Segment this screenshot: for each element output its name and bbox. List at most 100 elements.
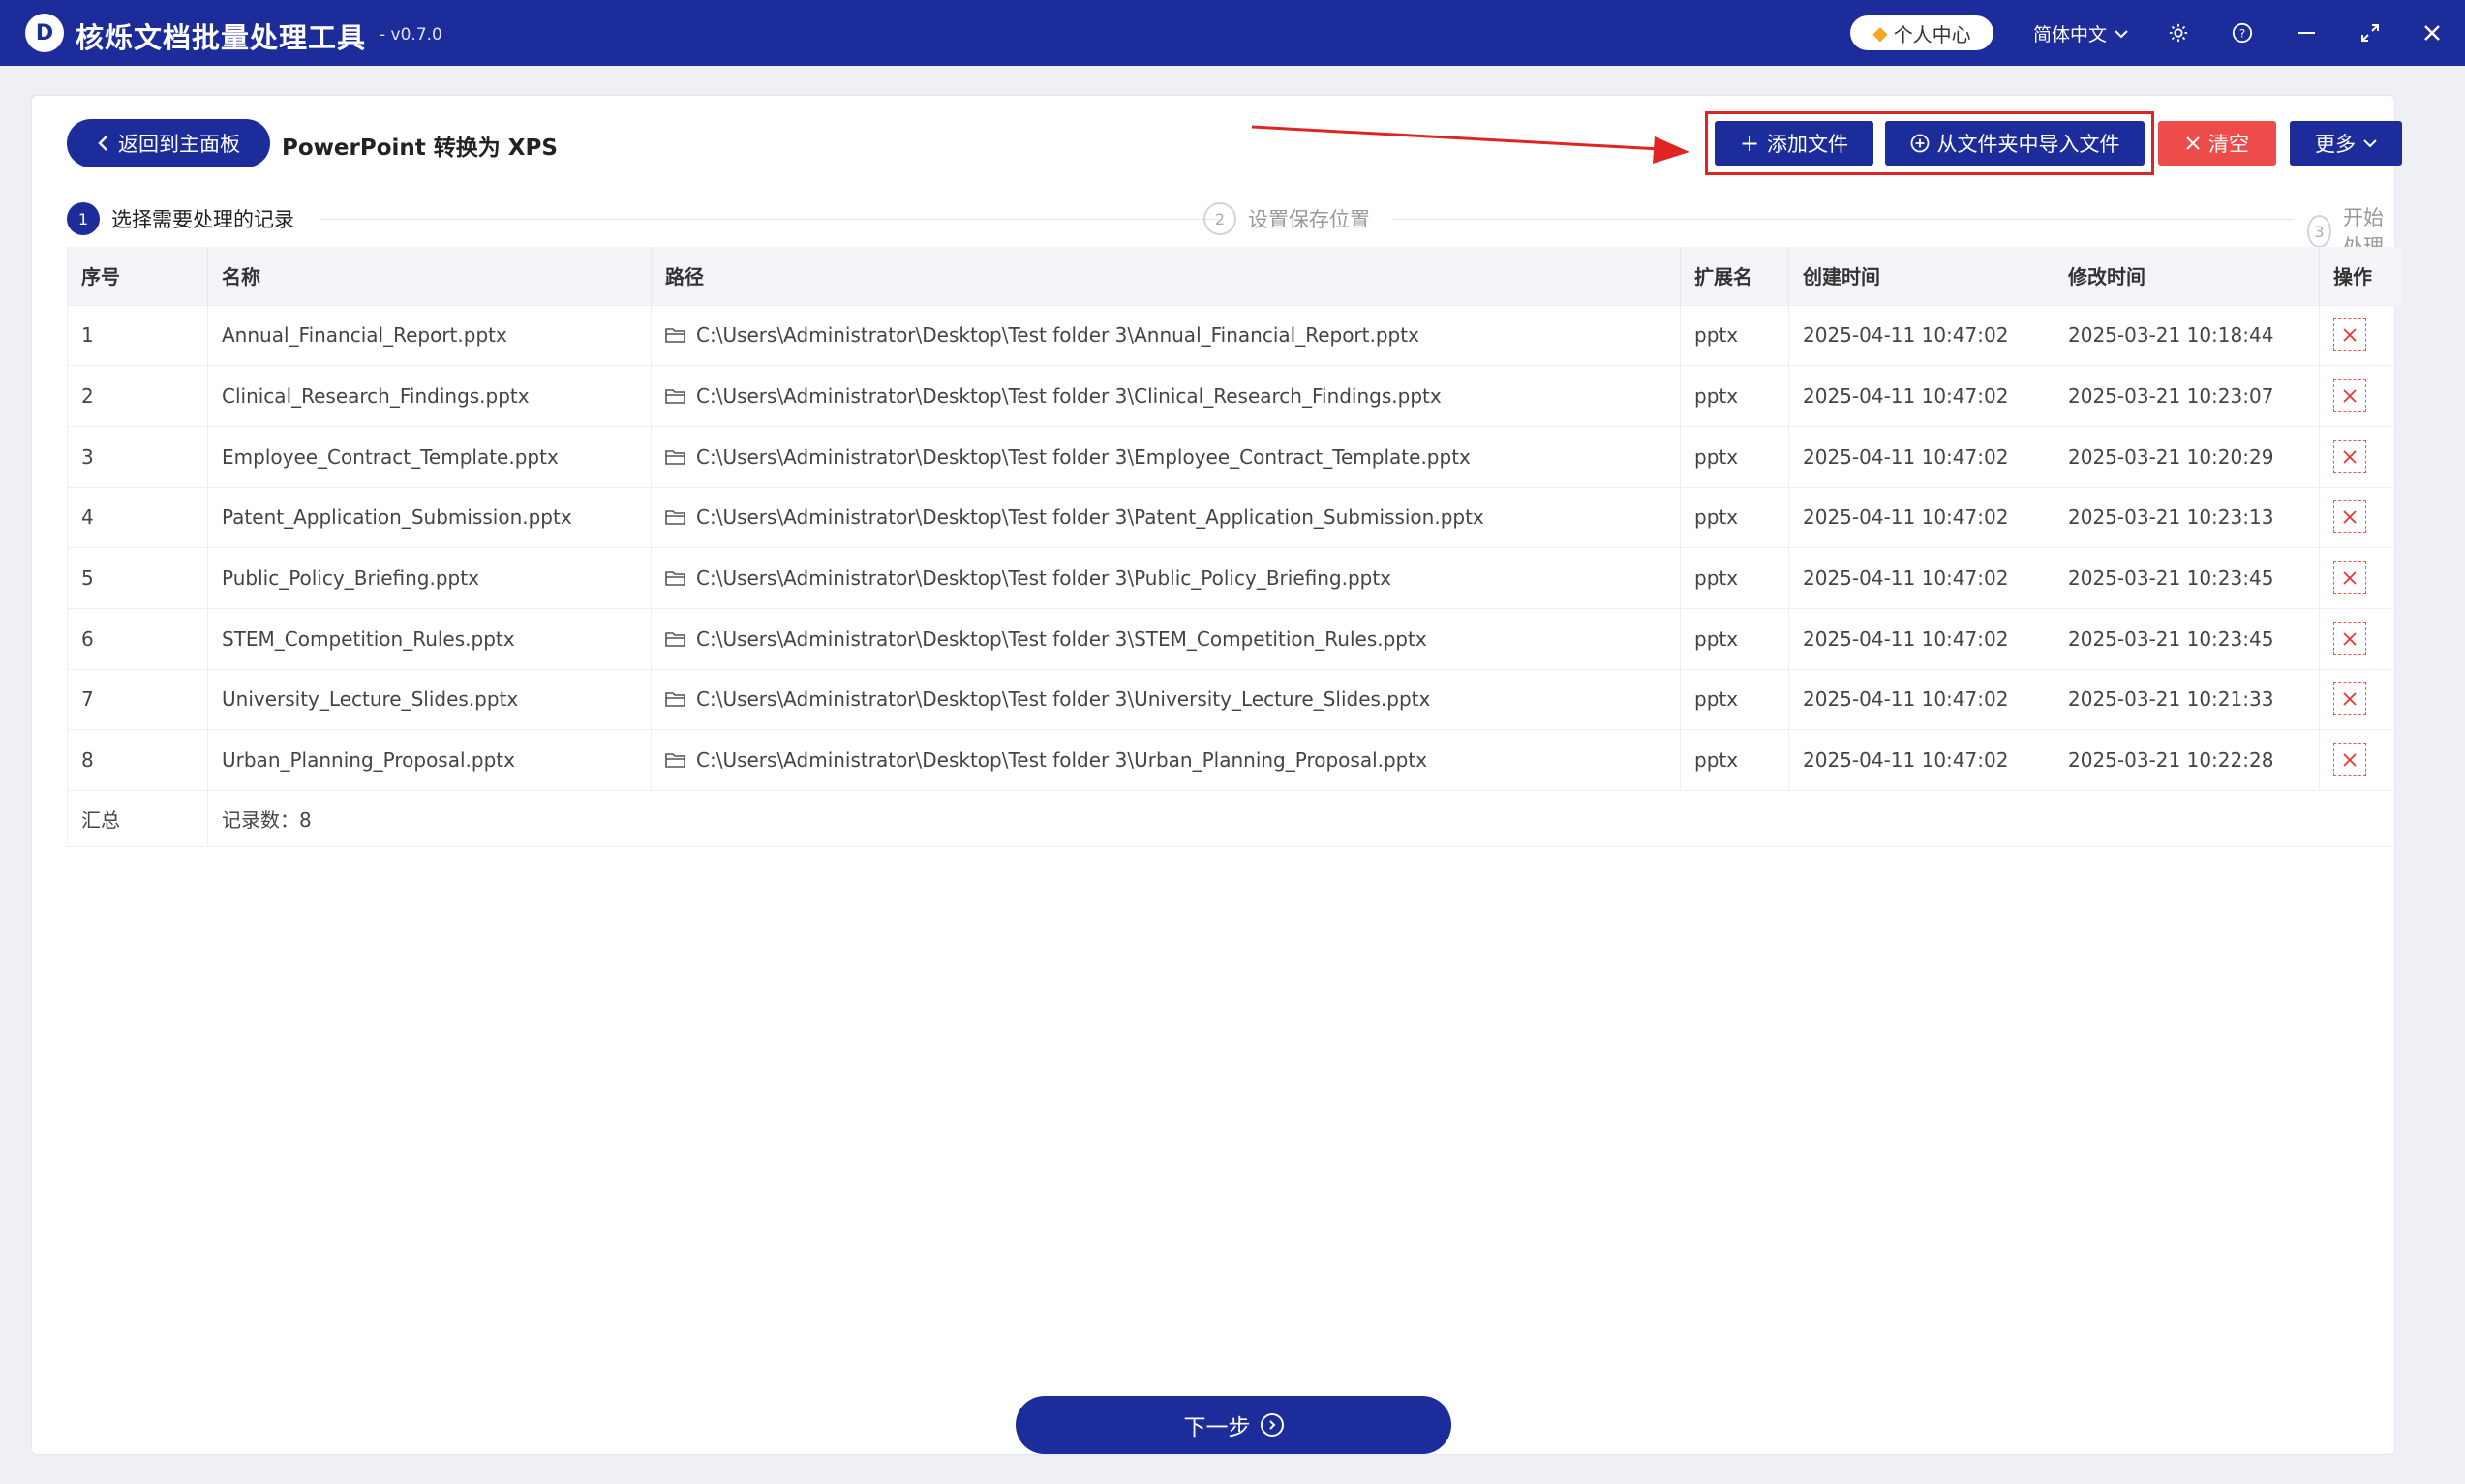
row-path: C:\Users\Administrator\Desktop\Test fold…: [696, 626, 1427, 651]
next-step-button[interactable]: 下一步: [1016, 1396, 1451, 1454]
delete-row-button[interactable]: [2333, 561, 2366, 595]
step-progress: 1 选择需要处理的记录 2 设置保存位置 3 开始处理: [67, 202, 2400, 258]
row-extension: pptx: [1680, 547, 1789, 609]
row-action-cell: [2319, 607, 2403, 670]
more-button[interactable]: 更多: [2290, 121, 2402, 166]
row-created: 2025-04-11 10:47:02: [1788, 486, 2054, 548]
chevron-down-icon: [2115, 29, 2128, 38]
column-header-action: 操作: [2319, 247, 2403, 305]
folder-icon[interactable]: [665, 630, 686, 648]
row-action-cell: [2319, 425, 2403, 488]
row-index: 8: [67, 729, 208, 791]
maximize-icon[interactable]: [2353, 15, 2388, 50]
folder-icon[interactable]: [665, 448, 686, 466]
row-name: Clinical_Research_Findings.pptx: [207, 365, 652, 427]
main-panel: 返回到主面板 PowerPoint 转换为 XPS + 添加文件 从文件夹中导入…: [31, 95, 2403, 1455]
app-version: - v0.7.0: [380, 25, 442, 45]
step-divider: [1393, 219, 2294, 220]
row-name: University_Lecture_Slides.pptx: [207, 668, 652, 730]
delete-row-button[interactable]: [2333, 439, 2366, 473]
row-name: Employee_Contract_Template.pptx: [207, 425, 652, 488]
add-file-button[interactable]: + 添加文件: [1715, 121, 1873, 166]
summary-label: 汇总: [67, 790, 208, 847]
row-index: 5: [67, 547, 208, 609]
table-row[interactable]: 7 University_Lecture_Slides.pptx C:\Users\…: [67, 668, 2403, 730]
page-title: PowerPoint 转换为 XPS: [282, 136, 558, 161]
row-action-cell: [2319, 486, 2403, 548]
user-center-button[interactable]: ◆ 个人中心: [1850, 15, 1993, 50]
row-name: Public_Policy_Briefing.pptx: [207, 547, 652, 609]
folder-icon[interactable]: [665, 569, 686, 587]
table-row[interactable]: 1 Annual_Financial_Report.pptx C:\Users\Ad…: [67, 304, 2403, 366]
arrow-right-circle-icon: [1260, 1413, 1284, 1437]
back-label: 返回到主面板: [118, 133, 240, 156]
table-row[interactable]: 8 Urban_Planning_Proposal.pptx C:\Users\Ad…: [67, 729, 2403, 791]
row-path-cell: C:\Users\Administrator\Desktop\Test fold…: [651, 729, 1681, 791]
row-created: 2025-04-11 10:47:02: [1788, 304, 2054, 366]
row-extension: pptx: [1680, 304, 1789, 366]
summary-value: 记录数：8: [207, 790, 2403, 847]
table-row[interactable]: 4 Patent_Application_Submission.pptx C:\Us…: [67, 486, 2403, 548]
row-path: C:\Users\Administrator\Desktop\Test fold…: [696, 566, 1392, 591]
language-select[interactable]: 简体中文: [2033, 20, 2128, 46]
row-extension: pptx: [1680, 668, 1789, 730]
row-action-cell: [2319, 365, 2403, 427]
delete-row-button[interactable]: [2333, 621, 2366, 655]
row-modified: 2025-03-21 10:23:45: [2054, 547, 2320, 609]
row-action-cell: [2319, 729, 2403, 791]
step-2-label: 设置保存位置: [1248, 208, 1370, 231]
next-step-label: 下一步: [1183, 1415, 1251, 1440]
row-modified: 2025-03-21 10:23:07: [2054, 365, 2320, 427]
app-title: 核烁文档批量处理工具: [76, 21, 367, 54]
delete-row-button[interactable]: [2333, 682, 2366, 716]
import-folder-button[interactable]: 从文件夹中导入文件: [1885, 121, 2145, 166]
folder-icon[interactable]: [665, 508, 686, 526]
row-index: 1: [67, 304, 208, 366]
row-path-cell: C:\Users\Administrator\Desktop\Test fold…: [651, 547, 1681, 609]
folder-icon[interactable]: [665, 690, 686, 708]
folder-icon[interactable]: [665, 326, 686, 344]
user-center-label: 个人中心: [1893, 22, 1971, 46]
import-folder-label: 从文件夹中导入文件: [1936, 133, 2120, 156]
folder-icon[interactable]: [665, 387, 686, 405]
delete-row-button[interactable]: [2333, 379, 2366, 413]
row-action-cell: [2319, 304, 2403, 366]
delete-row-button[interactable]: [2333, 318, 2366, 352]
table-row[interactable]: 5 Public_Policy_Briefing.pptx C:\Users\Adm…: [67, 547, 2403, 609]
folder-icon[interactable]: [665, 751, 686, 769]
close-icon: [2343, 450, 2357, 464]
row-name: Urban_Planning_Proposal.pptx: [207, 729, 652, 791]
help-icon[interactable]: ?: [2225, 15, 2260, 50]
row-path: C:\Users\Administrator\Desktop\Test fold…: [696, 323, 1419, 348]
close-icon: [2343, 692, 2357, 707]
table-row[interactable]: 2 Clinical_Research_Findings.pptx C:\Users…: [67, 365, 2403, 427]
table-header-row: 序号 名称 路径 扩展名 创建时间 修改时间 操作: [67, 247, 2403, 305]
row-modified: 2025-03-21 10:22:28: [2054, 729, 2320, 791]
close-icon: [2343, 389, 2357, 403]
minimize-icon[interactable]: [2289, 15, 2324, 50]
back-to-main-button[interactable]: 返回到主面板: [67, 119, 270, 167]
table-row[interactable]: 6 STEM_Competition_Rules.pptx C:\Users\Adm…: [67, 607, 2403, 670]
row-path-cell: C:\Users\Administrator\Desktop\Test fold…: [651, 607, 1681, 670]
table-row[interactable]: 3 Employee_Contract_Template.pptx C:\Users…: [67, 425, 2403, 488]
delete-row-button[interactable]: [2333, 743, 2366, 777]
diamond-icon: ◆: [1872, 21, 1888, 45]
row-path-cell: C:\Users\Administrator\Desktop\Test fold…: [651, 425, 1681, 488]
step-3-number: 3: [2307, 215, 2332, 248]
row-action-cell: [2319, 547, 2403, 609]
row-path-cell: C:\Users\Administrator\Desktop\Test fold…: [651, 304, 1681, 366]
more-label: 更多: [2315, 133, 2356, 156]
row-index: 6: [67, 607, 208, 670]
clear-button[interactable]: 清空: [2158, 121, 2276, 166]
close-icon: [2343, 328, 2357, 342]
close-icon[interactable]: [2415, 15, 2450, 50]
svg-text:?: ?: [2239, 27, 2245, 41]
language-label: 简体中文: [2033, 24, 2108, 45]
row-extension: pptx: [1680, 365, 1789, 427]
x-icon: [2186, 136, 2200, 150]
settings-gear-icon[interactable]: [2161, 15, 2196, 50]
delete-row-button[interactable]: [2333, 500, 2366, 534]
row-modified: 2025-03-21 10:23:13: [2054, 486, 2320, 548]
row-path-cell: C:\Users\Administrator\Desktop\Test fold…: [651, 365, 1681, 427]
summary-row: 汇总 记录数：8: [67, 790, 2403, 847]
